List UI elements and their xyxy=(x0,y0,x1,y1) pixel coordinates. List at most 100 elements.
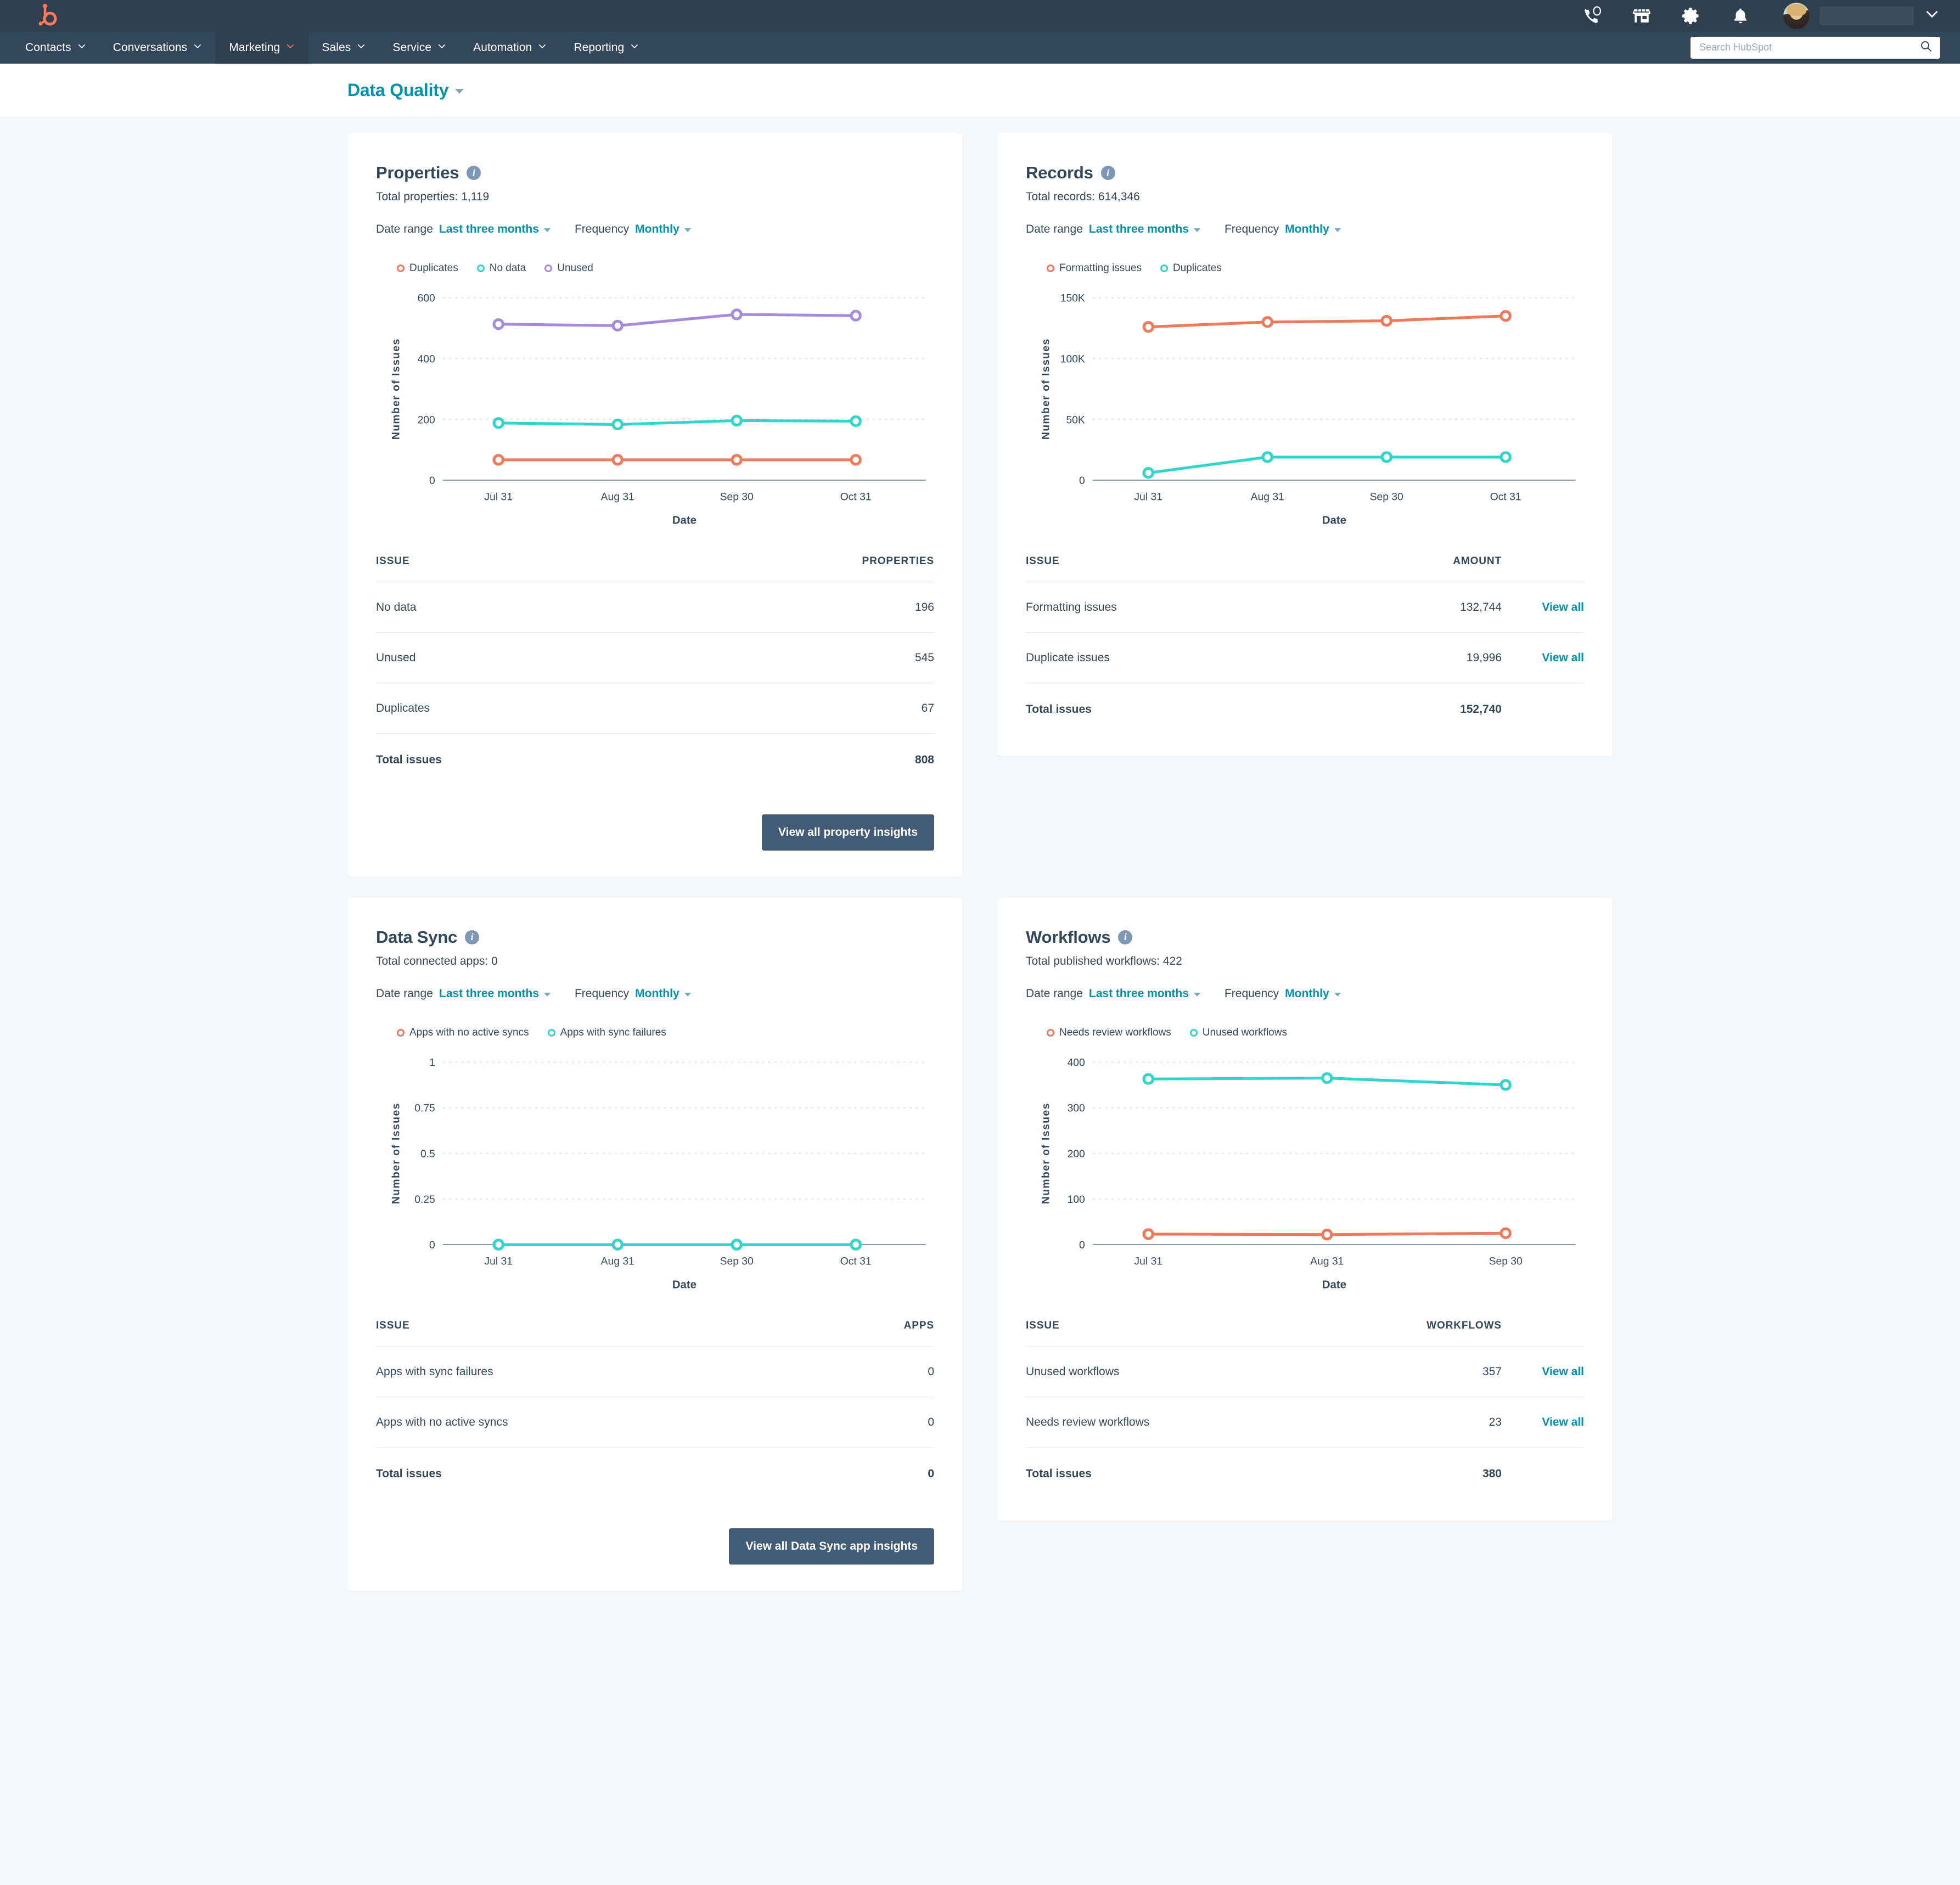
legend-label: Apps with no active syncs xyxy=(409,1026,529,1038)
total-label: Total issues xyxy=(1026,682,1336,734)
svg-text:Oct 31: Oct 31 xyxy=(1490,492,1521,503)
frequency-label: Frequency xyxy=(574,223,630,235)
info-icon[interactable]: i xyxy=(467,166,481,180)
card-subtitle: Total connected apps: 0 xyxy=(376,954,498,967)
card-actions: View all property insights xyxy=(376,814,934,855)
view-all-link[interactable]: View all xyxy=(1542,1416,1584,1428)
date-range-label: Date range xyxy=(376,987,433,1000)
nav-item-reporting[interactable]: Reporting xyxy=(560,31,653,64)
frequency-select[interactable]: Monthly xyxy=(635,223,691,236)
nav-label: Conversations xyxy=(113,41,188,54)
chevron-down-icon xyxy=(537,41,547,54)
date-range-select[interactable]: Last three months xyxy=(1089,223,1200,236)
caret-down-icon xyxy=(684,228,691,232)
phone-icon[interactable] xyxy=(1580,4,1604,28)
nav-item-service[interactable]: Service xyxy=(379,31,460,64)
legend-item[interactable]: Apps with sync failures xyxy=(547,1026,666,1039)
legend-item[interactable]: Duplicates xyxy=(397,262,458,274)
frequency-value: Monthly xyxy=(635,987,679,1000)
legend-marker-icon xyxy=(1189,1028,1198,1037)
bell-icon[interactable] xyxy=(1728,4,1753,28)
view-all-data-sync-app-insights-button[interactable]: View all Data Sync app insights xyxy=(729,1528,934,1565)
card-title: Data Sync xyxy=(376,927,458,947)
nav-item-contacts[interactable]: Contacts xyxy=(0,31,100,64)
data-sync-line-chart: 0 0.25 0.5 0.75 1 Number of Issues Jul 31 Aug 3… xyxy=(391,1057,926,1291)
view-all-link[interactable]: View all xyxy=(1542,1365,1584,1378)
svg-text:600: 600 xyxy=(418,293,435,305)
gear-icon[interactable] xyxy=(1679,4,1703,28)
legend-item[interactable]: Unused workflows xyxy=(1189,1027,1287,1039)
frequency-select[interactable]: Monthly xyxy=(635,987,691,1000)
card-title: Workflows xyxy=(1026,927,1111,947)
date-range-select[interactable]: Last three months xyxy=(439,987,551,1000)
frequency-select[interactable]: Monthly xyxy=(1285,987,1341,1000)
nav-item-automation[interactable]: Automation xyxy=(460,31,560,64)
table-row: No data 196 xyxy=(376,581,934,633)
account-menu[interactable] xyxy=(1783,2,1940,29)
legend-item[interactable]: Duplicates xyxy=(1160,262,1222,274)
nav-label: Reporting xyxy=(574,41,625,54)
info-icon[interactable]: i xyxy=(1118,930,1133,944)
nav-item-sales[interactable]: Sales xyxy=(308,31,379,64)
frequency-label: Frequency xyxy=(1224,987,1279,1000)
svg-text:300: 300 xyxy=(1068,1103,1085,1115)
page-title: Data Quality xyxy=(347,80,449,100)
cell-amount: 196 xyxy=(642,581,934,633)
view-all-link[interactable]: View all xyxy=(1542,651,1584,664)
chevron-down-icon xyxy=(630,41,639,54)
legend-item[interactable]: Unused xyxy=(544,262,593,274)
info-icon[interactable]: i xyxy=(465,930,480,944)
svg-text:Date: Date xyxy=(1322,514,1346,526)
search-icon[interactable] xyxy=(1919,40,1933,55)
table-row: Apps with sync failures 0 xyxy=(376,1346,934,1397)
date-range-select[interactable]: Last three months xyxy=(439,223,551,236)
svg-text:0: 0 xyxy=(429,475,435,487)
chart-legend: Apps with no active syncs Apps with sync … xyxy=(376,1027,934,1039)
legend-item[interactable]: Apps with no active syncs xyxy=(397,1027,529,1039)
legend-item[interactable]: Formatting issues xyxy=(1047,262,1142,274)
card-data-sync: Data Sync i Total connected apps: 0 Date… xyxy=(347,897,963,1591)
legend-label: Apps with sync failures xyxy=(560,1026,666,1038)
legend-label: Duplicates xyxy=(1172,262,1222,274)
info-icon[interactable]: i xyxy=(1100,166,1115,180)
main-navigation: Contacts Conversations Marketing Sales S… xyxy=(0,31,1960,64)
date-range-select[interactable]: Last three months xyxy=(1089,987,1200,1000)
cell-issue: Apps with no active syncs xyxy=(376,1396,830,1448)
nav-item-conversations[interactable]: Conversations xyxy=(100,31,216,64)
caret-down-icon xyxy=(1334,228,1341,232)
nav-item-marketing[interactable]: Marketing xyxy=(216,31,309,64)
search-input[interactable] xyxy=(1699,42,1915,53)
legend-item[interactable]: No data xyxy=(476,262,526,274)
nav-label: Automation xyxy=(473,41,532,54)
column-header-issue: ISSUE xyxy=(376,555,410,567)
view-all-link[interactable]: View all xyxy=(1542,601,1584,614)
column-header-apps: APPS xyxy=(903,1319,934,1331)
svg-text:Jul 31: Jul 31 xyxy=(1134,492,1162,503)
caret-down-icon xyxy=(543,228,551,232)
page-title-dropdown[interactable]: Data Quality xyxy=(347,80,464,100)
frequency-control: Frequency Monthly xyxy=(1225,223,1341,236)
total-label: Total issues xyxy=(376,1447,830,1499)
legend-label: Formatting issues xyxy=(1059,262,1142,274)
legend-label: No data xyxy=(489,262,526,274)
svg-text:0: 0 xyxy=(1079,475,1085,487)
legend-marker-icon xyxy=(544,265,553,272)
frequency-value: Monthly xyxy=(1285,223,1329,235)
total-value: 0 xyxy=(829,1447,934,1499)
date-range-value: Last three months xyxy=(439,223,539,235)
search-box[interactable] xyxy=(1691,36,1940,59)
table-row: Duplicates 67 xyxy=(376,682,934,734)
marketplace-icon[interactable] xyxy=(1630,4,1654,28)
cell-amount: 67 xyxy=(642,682,934,734)
cell-amount: 0 xyxy=(829,1396,934,1448)
frequency-select[interactable]: Monthly xyxy=(1285,223,1341,236)
chevron-down-icon xyxy=(285,41,295,54)
svg-text:400: 400 xyxy=(1068,1057,1085,1068)
view-all-property-insights-button[interactable]: View all property insights xyxy=(761,814,934,851)
hubspot-logo[interactable] xyxy=(33,3,66,28)
legend-item[interactable]: Needs review workflows xyxy=(1047,1027,1171,1039)
date-range-control: Date range Last three months xyxy=(1026,987,1200,1000)
nav-label: Contacts xyxy=(25,41,71,54)
card-subtitle: Total published workflows: 422 xyxy=(1026,954,1182,967)
